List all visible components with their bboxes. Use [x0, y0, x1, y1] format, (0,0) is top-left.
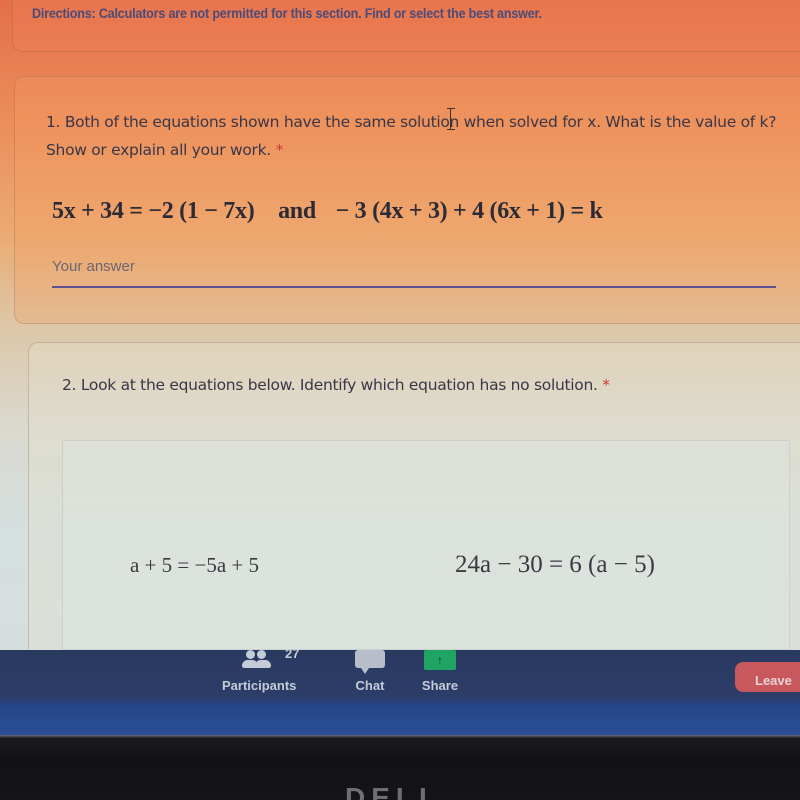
- share-label: Share: [421, 678, 459, 693]
- question-1-answer-input[interactable]: Your answer: [52, 256, 776, 288]
- participants-label: Participants: [222, 678, 297, 693]
- leave-button[interactable]: Leave: [735, 662, 800, 692]
- equation-join: and: [278, 198, 316, 224]
- equation-option-1: a + 5 = −5a + 5: [130, 553, 260, 577]
- question-1-number: 1.: [46, 113, 61, 131]
- equation-right: − 3 (4x + 3) + 4 (6x + 1) = k: [335, 198, 603, 224]
- equation-left: 5x + 34 = −2 (1 − 7x): [52, 198, 255, 224]
- chat-label: Chat: [355, 678, 385, 693]
- required-asterisk: *: [602, 376, 610, 394]
- meeting-toolbar: Participants Chat ↑ Share: [0, 650, 800, 735]
- question-2-number: 2.: [62, 376, 77, 394]
- question-1-text: 1. Both of the equations shown have the …: [46, 108, 796, 164]
- chat-icon: [355, 650, 385, 674]
- chat-button[interactable]: Chat: [340, 650, 400, 693]
- monitor-logo: DELL: [345, 788, 465, 800]
- text-cursor-icon: [447, 108, 458, 130]
- question-1-equations: 5x + 34 = −2 (1 − 7x) and − 3 (4x + 3) +…: [52, 198, 603, 225]
- participants-icon: [242, 650, 276, 672]
- required-asterisk: *: [275, 141, 284, 159]
- question-2-equation-image: [62, 440, 790, 650]
- question-2-text: 2. Look at the equations below. Identify…: [62, 371, 792, 399]
- question-1-prompt: Both of the equations shown have the sam…: [46, 113, 777, 159]
- equation-option-2: 24a − 30 = 6 (a − 5): [455, 551, 655, 578]
- answer-placeholder: Your answer: [52, 258, 135, 275]
- share-arrow-icon: ↑: [424, 650, 456, 670]
- share-button[interactable]: ↑ Share: [410, 650, 470, 693]
- question-2-prompt: Look at the equations below. Identify wh…: [80, 376, 598, 394]
- google-form-page: Directions: Calculators are not permitte…: [0, 0, 800, 650]
- participant-count-badge: 27: [285, 646, 300, 661]
- directions-text: Directions: Calculators are not permitte…: [32, 6, 542, 21]
